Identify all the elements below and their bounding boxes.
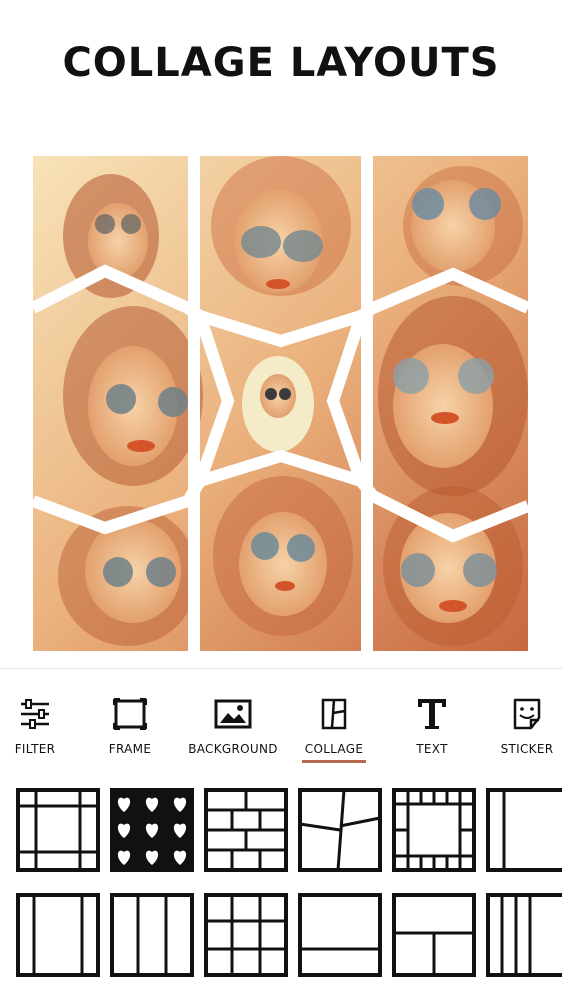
tool-filter[interactable]: FILTER	[0, 690, 80, 765]
photo-cell-top-right	[403, 166, 523, 286]
photo-cell-center	[242, 356, 314, 452]
four-panel-layout[interactable]	[392, 893, 476, 977]
sticker-icon	[513, 698, 541, 730]
tool-text[interactable]: TEXT	[387, 690, 477, 765]
tool-collage[interactable]: COLLAGE	[289, 690, 379, 765]
tool-label: BACKGROUND	[188, 742, 278, 756]
top-bottom-layout[interactable]	[298, 893, 382, 977]
three-by-three-layout[interactable]	[204, 893, 288, 977]
photo-cell-top-center	[211, 156, 351, 296]
four-column-layout[interactable]	[486, 893, 562, 977]
photo-cell-bottom-left	[58, 506, 198, 646]
tool-label: FILTER	[14, 742, 56, 756]
grid-frame-layout[interactable]	[16, 788, 100, 872]
three-column-layout[interactable]	[16, 893, 100, 977]
page-title: COLLAGE LAYOUTS	[62, 40, 500, 86]
tool-label: TEXT	[416, 742, 448, 756]
sliders-icon	[21, 699, 49, 729]
tool-frame[interactable]: FRAME	[85, 690, 175, 765]
tool-label: FRAME	[108, 742, 152, 756]
border-grid-layout[interactable]	[392, 788, 476, 872]
text-icon	[418, 699, 446, 729]
brick-layout[interactable]	[204, 788, 288, 872]
layout-grid	[0, 785, 562, 1000]
collage-preview[interactable]	[33, 156, 528, 651]
two-panel-layout[interactable]	[486, 788, 562, 872]
frame-icon	[113, 698, 147, 730]
image-icon	[214, 699, 252, 729]
tool-background[interactable]: BACKGROUND	[188, 690, 278, 765]
editor-toolbar: FILTER FRAME BACKGROUND COLLAGE TEXT STI…	[0, 690, 562, 770]
tool-sticker[interactable]: STICKER	[482, 690, 562, 765]
tilted-layout[interactable]	[298, 788, 382, 872]
photo-cell-bottom-center	[213, 476, 353, 636]
hearts-layout[interactable]	[110, 788, 194, 872]
three-column-alt-layout[interactable]	[110, 893, 194, 977]
collage-icon	[321, 698, 347, 730]
tool-label: STICKER	[500, 742, 554, 756]
tool-label: COLLAGE	[304, 742, 364, 756]
photo-cell-mid-right	[378, 296, 528, 496]
toolbar-divider	[0, 668, 562, 669]
photo-cell-mid-left	[63, 306, 203, 486]
active-tab-indicator	[302, 760, 366, 763]
